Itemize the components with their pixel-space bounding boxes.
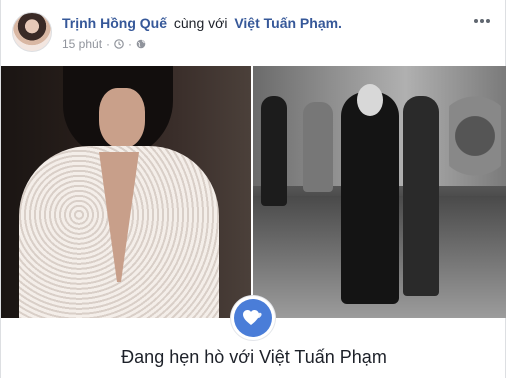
photo-man-main-head bbox=[357, 84, 383, 116]
author-avatar[interactable] bbox=[12, 12, 52, 52]
post-photos bbox=[1, 66, 506, 318]
post-meta: 15 phút · · bbox=[62, 36, 146, 52]
clock-icon bbox=[114, 39, 124, 49]
post-header: Trịnh Hồng Quế cùng với Việt Tuấn Phạm. … bbox=[1, 0, 506, 66]
photo-left[interactable] bbox=[1, 66, 251, 318]
facebook-post: Trịnh Hồng Quế cùng với Việt Tuấn Phạm. … bbox=[0, 0, 506, 378]
photo-person-2 bbox=[303, 102, 333, 192]
life-event-badge bbox=[231, 296, 275, 340]
author-line: Trịnh Hồng Quế cùng với Việt Tuấn Phạm. bbox=[62, 14, 342, 32]
photo-person-1 bbox=[261, 96, 287, 206]
more-options-button[interactable] bbox=[471, 12, 493, 30]
with-text: cùng với bbox=[173, 15, 228, 31]
photo-tree bbox=[449, 76, 501, 196]
more-dot bbox=[480, 19, 484, 23]
meta-separator-2: · bbox=[128, 37, 133, 51]
hearts-icon bbox=[243, 310, 262, 325]
photo-woman-face bbox=[99, 88, 145, 148]
author-name-link[interactable]: Trịnh Hồng Quế bbox=[62, 15, 167, 31]
life-event-title: Đang hẹn hò với Việt Tuấn Phạm bbox=[121, 347, 387, 367]
more-horizontal-icon bbox=[474, 19, 478, 23]
photo-person-3 bbox=[403, 96, 439, 296]
post-timestamp[interactable]: 15 phút bbox=[62, 36, 102, 52]
life-event-badge-circle bbox=[234, 299, 272, 337]
photo-man-main bbox=[341, 92, 399, 304]
meta-separator: · bbox=[106, 37, 111, 51]
photo-right[interactable] bbox=[253, 66, 506, 318]
more-dot bbox=[486, 19, 490, 23]
globe-icon[interactable] bbox=[136, 39, 146, 49]
tagged-person-link[interactable]: Việt Tuấn Phạm. bbox=[234, 15, 342, 31]
